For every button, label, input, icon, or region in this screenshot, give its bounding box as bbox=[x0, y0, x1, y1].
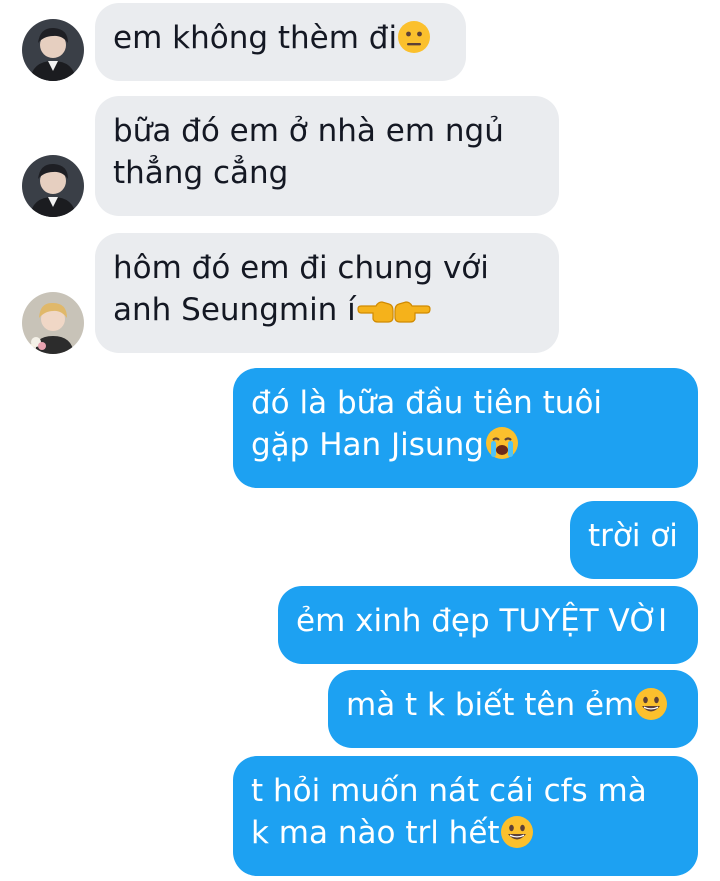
message-text-line: hôm đó em đi chung với bbox=[113, 250, 489, 286]
avatar[interactable] bbox=[22, 292, 84, 354]
avatar-dark-hair-person-image bbox=[22, 19, 84, 81]
message-text: trời ơi bbox=[588, 518, 678, 554]
message-bubble[interactable]: mà t k biết tên ẻm bbox=[328, 670, 698, 748]
message-text-line: k ma nào trl hết bbox=[251, 815, 500, 851]
grinning-face-emoji-icon bbox=[634, 687, 668, 732]
avatar[interactable] bbox=[22, 19, 84, 81]
message-text-line: đó là bữa đầu tiên tuôi bbox=[251, 385, 603, 421]
message-bubble[interactable]: em không thèm đi bbox=[95, 3, 466, 81]
message-text-line: anh Seungmin í bbox=[113, 292, 356, 328]
message-text: ẻm xinh đẹp TUYỆT VỜI bbox=[296, 603, 668, 639]
message-bubble[interactable]: t hỏi muốn nát cái cfs mà k ma nào trl h… bbox=[233, 756, 698, 876]
crying-face-emoji-icon bbox=[484, 425, 520, 472]
message-bubble[interactable]: trời ơi bbox=[570, 501, 698, 579]
chat-thread: em không thèm đi bữa đó em ở nhà em ngủ … bbox=[0, 0, 720, 881]
message-text-line: gặp Han Jisung bbox=[251, 427, 484, 463]
message-bubble[interactable]: ẻm xinh đẹp TUYỆT VỜI bbox=[278, 586, 698, 664]
pointing-right-emoji-icon bbox=[394, 295, 432, 337]
message-text-line: t hỏi muốn nát cái cfs mà bbox=[251, 773, 647, 809]
avatar-blonde-person-flowers-image bbox=[22, 292, 84, 354]
message-bubble[interactable]: hôm đó em đi chung với anh Seungmin í bbox=[95, 233, 559, 353]
message-text: mà t k biết tên ẻm bbox=[346, 687, 635, 723]
message-text-line: bữa đó em ở nhà em ngủ bbox=[113, 113, 504, 149]
avatar-dark-hair-person-image bbox=[22, 155, 84, 217]
avatar[interactable] bbox=[22, 155, 84, 217]
message-bubble[interactable]: bữa đó em ở nhà em ngủ thẳng cẳng bbox=[95, 96, 559, 216]
neutral-face-emoji-icon bbox=[397, 20, 431, 65]
message-text: em không thèm đi bbox=[113, 20, 398, 56]
grinning-face-emoji-icon bbox=[500, 815, 534, 860]
pointing-left-emoji-icon bbox=[356, 295, 394, 337]
message-text-line: thẳng cẳng bbox=[113, 155, 289, 191]
message-bubble[interactable]: đó là bữa đầu tiên tuôi gặp Han Jisung bbox=[233, 368, 698, 488]
